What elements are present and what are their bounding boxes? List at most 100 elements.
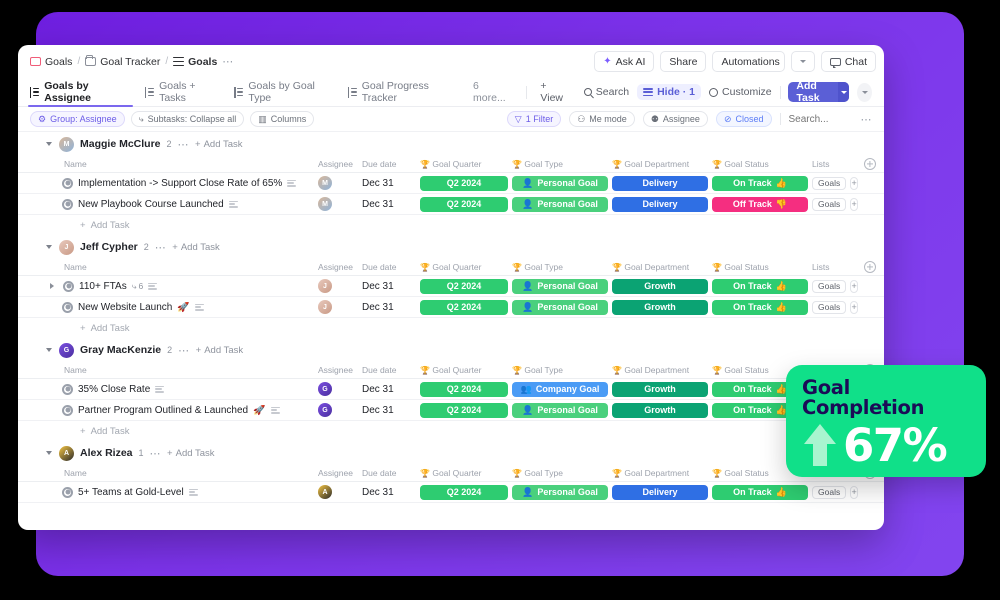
task-name-cell[interactable]: New Website Launch 🚀: [18, 301, 318, 313]
lists-cell[interactable]: Goals+: [812, 197, 858, 211]
group-add-task-button[interactable]: + Add Task: [167, 448, 214, 459]
task-status-dot-icon[interactable]: [62, 486, 73, 498]
group-overflow-icon[interactable]: ⋯: [178, 138, 190, 151]
list-name-pill[interactable]: Goals: [812, 485, 847, 499]
table-row[interactable]: New Website Launch 🚀 J Dec 31 Q2 2024 👤 Person…: [18, 297, 884, 318]
goal-department-cell[interactable]: Delivery: [612, 484, 712, 500]
hide-button[interactable]: Hide · 1: [637, 84, 702, 100]
group-overflow-icon[interactable]: ⋯: [150, 447, 162, 460]
goal-department-cell[interactable]: Growth: [612, 402, 712, 418]
share-button[interactable]: Share: [660, 51, 707, 72]
view-tabs-more[interactable]: 6 more...: [473, 80, 511, 104]
task-name-cell[interactable]: Implementation -> Support Close Rate of …: [18, 177, 318, 189]
group-add-task-button[interactable]: + Add Task: [172, 242, 219, 253]
goal-quarter-cell[interactable]: Q2 2024: [420, 484, 512, 500]
due-date-cell[interactable]: Dec 31: [362, 384, 420, 395]
task-status-dot-icon[interactable]: [63, 280, 74, 292]
table-row[interactable]: Partner Program Outlined & Launched 🚀 G Dec…: [18, 400, 884, 421]
goal-department-cell[interactable]: Delivery: [612, 196, 712, 212]
collapse-group-caret-icon[interactable]: [46, 142, 52, 146]
breadcrumb-item-list[interactable]: Goals: [173, 56, 217, 68]
goal-department-cell[interactable]: Delivery: [612, 175, 712, 191]
goal-quarter-cell[interactable]: Q2 2024: [420, 196, 512, 212]
assignee-cell[interactable]: M: [318, 197, 362, 211]
goal-type-cell[interactable]: 👤 Personal Goal: [512, 196, 612, 212]
list-name-pill[interactable]: Goals: [812, 300, 847, 314]
assignee-cell[interactable]: G: [318, 382, 362, 396]
goal-type-cell[interactable]: 👤 Personal Goal: [512, 175, 612, 191]
task-status-dot-icon[interactable]: [62, 404, 73, 416]
search-input[interactable]: [788, 113, 853, 125]
goal-type-cell[interactable]: 👤 Personal Goal: [512, 484, 612, 500]
lists-cell[interactable]: Goals+: [812, 485, 858, 499]
goal-quarter-cell[interactable]: Q2 2024: [420, 175, 512, 191]
assignee-chip[interactable]: ⚉ Assignee: [642, 111, 708, 127]
add-task-dropdown[interactable]: [837, 82, 850, 102]
due-date-cell[interactable]: Dec 31: [362, 199, 420, 210]
task-name-cell[interactable]: 110+ FTAs ⤷ 6: [18, 280, 318, 292]
due-date-cell[interactable]: Dec 31: [362, 405, 420, 416]
task-status-dot-icon[interactable]: [62, 177, 73, 189]
assignee-cell[interactable]: J: [318, 300, 362, 314]
goal-department-cell[interactable]: Growth: [612, 278, 712, 294]
lists-cell[interactable]: Goals+: [812, 279, 858, 293]
list-name-pill[interactable]: Goals: [812, 197, 847, 211]
group-overflow-icon[interactable]: ⋯: [155, 241, 167, 254]
closed-chip[interactable]: ⊘ Closed: [715, 111, 772, 127]
task-name-cell[interactable]: 35% Close Rate: [18, 383, 318, 395]
overflow-menu-button[interactable]: [857, 82, 872, 102]
task-status-dot-icon[interactable]: [62, 383, 73, 395]
add-to-list-button[interactable]: +: [850, 279, 858, 293]
goal-department-cell[interactable]: Growth: [612, 299, 712, 315]
expand-subtasks-caret-icon[interactable]: [50, 283, 54, 289]
table-row[interactable]: New Playbook Course Launched M Dec 31 Q2 20…: [18, 194, 884, 215]
group-add-task-button[interactable]: + Add Task: [195, 139, 242, 150]
table-row[interactable]: 35% Close Rate G Dec 31 Q2 2024 👥 Company Goa…: [18, 379, 884, 400]
goal-status-cell[interactable]: Off Track 👎: [712, 196, 812, 212]
chat-button[interactable]: Chat: [820, 51, 876, 72]
goal-quarter-cell[interactable]: Q2 2024: [420, 299, 512, 315]
group-overflow-icon[interactable]: ⋯: [178, 344, 190, 357]
add-to-list-button[interactable]: +: [850, 300, 858, 314]
breadcrumb-item-space[interactable]: Goals: [30, 56, 72, 68]
due-date-cell[interactable]: Dec 31: [362, 487, 420, 498]
goal-status-cell[interactable]: On Track 👍: [712, 278, 812, 294]
group-add-task-button[interactable]: + Add Task: [196, 345, 243, 356]
collapse-group-caret-icon[interactable]: [46, 245, 52, 249]
goal-department-cell[interactable]: Growth: [612, 381, 712, 397]
table-row[interactable]: 110+ FTAs ⤷ 6 J Dec 31 Q2 2024 👤 Personal Goal G…: [18, 276, 884, 297]
add-task-row[interactable]: + Add Task: [18, 215, 884, 235]
breadcrumb-overflow-icon[interactable]: ⋯: [222, 55, 234, 68]
add-to-list-button[interactable]: +: [850, 485, 858, 499]
tab-goals-by-assignee[interactable]: Goals by Assignee: [28, 78, 133, 107]
automations-button[interactable]: Automations: [712, 51, 785, 72]
goal-status-cell[interactable]: On Track 👍: [712, 299, 812, 315]
breadcrumb-item-folder[interactable]: Goal Tracker: [85, 55, 160, 68]
goal-type-cell[interactable]: 👤 Personal Goal: [512, 299, 612, 315]
tab-goals-plus-tasks[interactable]: Goals + Tasks: [144, 78, 220, 107]
goal-status-cell[interactable]: On Track 👍: [712, 484, 812, 500]
assignee-cell[interactable]: J: [318, 279, 362, 293]
add-task-button[interactable]: Add Task: [788, 82, 850, 102]
customize-button[interactable]: Customize: [709, 86, 772, 98]
automations-dropdown-button[interactable]: [790, 51, 815, 72]
group-header[interactable]: A Alex Rizea 1 ⋯ + Add Task: [18, 441, 884, 465]
task-name-cell[interactable]: New Playbook Course Launched: [18, 198, 318, 210]
add-to-list-button[interactable]: +: [850, 197, 858, 211]
table-row[interactable]: Implementation -> Support Close Rate of …: [18, 173, 884, 194]
lists-cell[interactable]: Goals+: [812, 176, 858, 190]
add-column-button[interactable]: [858, 158, 882, 170]
goal-status-cell[interactable]: On Track 👍: [712, 175, 812, 191]
goal-quarter-cell[interactable]: Q2 2024: [420, 278, 512, 294]
ask-ai-button[interactable]: ✦ Ask AI: [594, 51, 655, 72]
filter-chip[interactable]: ▽ 1 Filter: [506, 111, 562, 127]
list-name-pill[interactable]: Goals: [812, 176, 847, 190]
goal-type-cell[interactable]: 👤 Personal Goal: [512, 278, 612, 294]
task-name-cell[interactable]: Partner Program Outlined & Launched 🚀: [18, 404, 318, 416]
due-date-cell[interactable]: Dec 31: [362, 178, 420, 189]
goal-type-cell[interactable]: 👤 Personal Goal: [512, 402, 612, 418]
assignee-cell[interactable]: M: [318, 176, 362, 190]
columns-chip[interactable]: ▥ Columns: [250, 111, 315, 127]
tab-goal-progress-tracker[interactable]: Goal Progress Tracker: [347, 78, 460, 107]
task-board[interactable]: M Maggie McClure 2 ⋯ + Add Task Name Assignee Du…: [18, 132, 884, 530]
